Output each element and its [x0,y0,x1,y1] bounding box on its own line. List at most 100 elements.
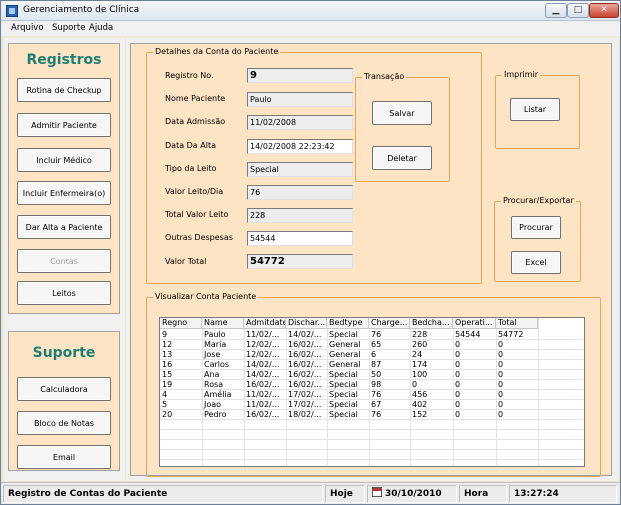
data-admissao-label: Data Admissão [165,117,226,126]
data-admissao-field[interactable]: 11/02/2008 [247,115,353,130]
table-cell: Rosa [204,380,224,389]
total-valor-leito-field[interactable]: 228 [247,208,353,223]
table-cell: 0 [498,380,504,389]
visualizar-legend: Visualizar Conta Paciente [153,292,259,301]
grid-column-header[interactable]: Dischar... [286,318,327,329]
listar-button[interactable]: Listar [510,98,560,121]
table-cell: 98 [371,380,382,389]
grid-column-header[interactable]: Operati... [453,318,496,329]
registros-group: Registros Rotina de Checkup Admitir Paci… [8,43,120,314]
incluir-medico-button[interactable]: Incluir Médico [17,148,111,172]
main-content: Detalhes da Conta do Paciente Registro N… [130,43,612,477]
table-cell: 76 [371,330,382,339]
grid-row-line [160,429,584,430]
grid-column-header[interactable]: Regno [160,318,202,329]
status-bar: Registro de Contas do Paciente Hoje 30/1… [1,482,620,504]
table-cell: 16/02/... [288,360,322,369]
table-row[interactable]: 13 Jose 12/02/... 16/02/... General 6 24 0 0 [160,350,584,360]
imprimir-group: Imprimir Listar [495,70,580,149]
minimize-button[interactable]: ▁ [545,3,567,18]
accounts-grid[interactable]: Regno Name Admitdate Dischar... Bedtype Charg… [159,317,585,470]
table-cell: Amélia [204,390,232,399]
grid-header-row: Regno Name Admitdate Dischar... Bedtype Charg… [160,318,584,329]
data-alta-field[interactable]: 14/02/2008 22:23:42 [247,139,353,154]
table-cell: 9 [162,330,168,339]
app-window: Gerenciamento de Clínica ▁ □ ✕ Arquivo S… [0,0,621,505]
maximize-button[interactable]: □ [567,3,589,18]
data-alta-label: Data Da Alta [165,141,216,150]
grid-column-header[interactable]: Bedcha... [410,318,453,329]
valor-total-field[interactable]: 54772 [247,254,353,269]
deletar-button[interactable]: Deletar [372,146,432,170]
table-cell: 0 [455,370,461,379]
table-cell: 0 [498,360,504,369]
incluir-enfermeira-button[interactable]: Incluir Enfermeira(o) [17,181,111,205]
excel-button[interactable]: Excel [511,251,561,274]
table-row[interactable]: 15 Ana 14/02/... 16/02/... Special 50 100 0 0 [160,370,584,380]
bloco-notas-button[interactable]: Bloco de Notas [17,411,111,435]
table-cell: 54544 [455,330,481,339]
nome-paciente-label: Nome Paciente [165,94,226,103]
outras-despesas-field[interactable]: 54544 [247,231,353,246]
procurar-button[interactable]: Procurar [511,216,561,239]
table-cell: 50 [371,370,382,379]
tipo-leito-label: Tipo da Leito [165,164,217,173]
valor-leito-dia-label: Valor Leito/Dia [165,187,224,196]
table-cell: 0 [455,400,461,409]
close-button[interactable]: ✕ [589,3,619,18]
grid-column-header[interactable]: Charge... [369,318,410,329]
table-cell: 54772 [498,330,524,339]
dar-alta-button[interactable]: Dar Alta a Paciente [17,215,111,239]
table-cell: 16 [162,360,173,369]
procurar-exportar-legend: Procurar/Exportar [501,196,576,205]
salvar-button[interactable]: Salvar [372,101,432,125]
table-row[interactable]: 9 Paulo 11/02/... 14/02/... Special 76 228 5454… [160,330,584,340]
table-row[interactable]: 16 Carlos 14/02/... 16/02/... General 87 174 0 0 [160,360,584,370]
leitos-button[interactable]: Leitos [17,281,111,305]
rotina-checkup-button[interactable]: Rotina de Checkup [17,78,111,102]
nome-paciente-field[interactable]: Paulo [247,92,353,107]
tipo-leito-field[interactable]: Special [247,162,353,177]
table-cell: 0 [455,350,461,359]
table-row[interactable]: 20 Pedro 16/02/... 18/02/... Special 76 152 0 0 [160,410,584,420]
calculadora-button[interactable]: Calculadora [17,377,111,401]
grid-column-header[interactable]: Name [202,318,244,329]
main-panel: Detalhes da Conta do Paciente Registro N… [126,38,618,481]
admitir-paciente-button[interactable]: Admitir Paciente [17,113,111,137]
transacao-legend: Transação [362,72,407,81]
table-cell: 13 [162,350,173,359]
table-row[interactable]: 12 Maria 12/02/... 16/02/... General 65 260 0 0 [160,340,584,350]
table-cell: 174 [412,360,428,369]
table-cell: 17/02/... [288,400,322,409]
contas-button[interactable]: Contas [17,249,111,273]
table-cell: Special [329,380,358,389]
menu-arquivo[interactable]: Arquivo [11,23,44,33]
left-panel: Registros Rotina de Checkup Admitir Paci… [4,38,125,481]
table-cell: 12 [162,340,173,349]
registro-no-field[interactable]: 9 [247,68,353,83]
email-button[interactable]: Email [17,445,111,469]
menu-suporte[interactable]: Suporte [52,23,85,33]
grid-column-header[interactable]: Admitdate [244,318,286,329]
table-cell: 0 [455,380,461,389]
registro-no-label: Registro No. [165,71,214,80]
transacao-group: Transação Salvar Deletar [355,72,450,182]
app-icon [6,5,18,17]
table-row[interactable]: 19 Rosa 16/02/... 16/02/... Special 98 0 0 0 [160,380,584,390]
menu-ajuda[interactable]: Ajuda [89,23,113,33]
table-cell: 16/02/... [288,380,322,389]
table-cell: 5 [162,400,168,409]
table-cell: 0 [455,340,461,349]
grid-column-header[interactable]: Bedtype [327,318,369,329]
table-row[interactable]: 5 Joao 11/02/... 17/02/... Special 67 402 0 0 [160,400,584,410]
table-row[interactable]: 4 Amélia 11/02/... 17/02/... Special 76 456 0 0 [160,390,584,400]
table-cell: 0 [455,360,461,369]
grid-column-header[interactable]: Total [496,318,538,329]
calendar-icon [372,487,382,497]
title-bar: Gerenciamento de Clínica ▁ □ ✕ [1,1,620,21]
imprimir-legend: Imprimir [502,70,541,79]
table-cell: Carlos [204,360,230,369]
valor-leito-dia-field[interactable]: 76 [247,185,353,200]
table-cell: 11/02/... [246,400,280,409]
table-cell: 100 [412,370,428,379]
